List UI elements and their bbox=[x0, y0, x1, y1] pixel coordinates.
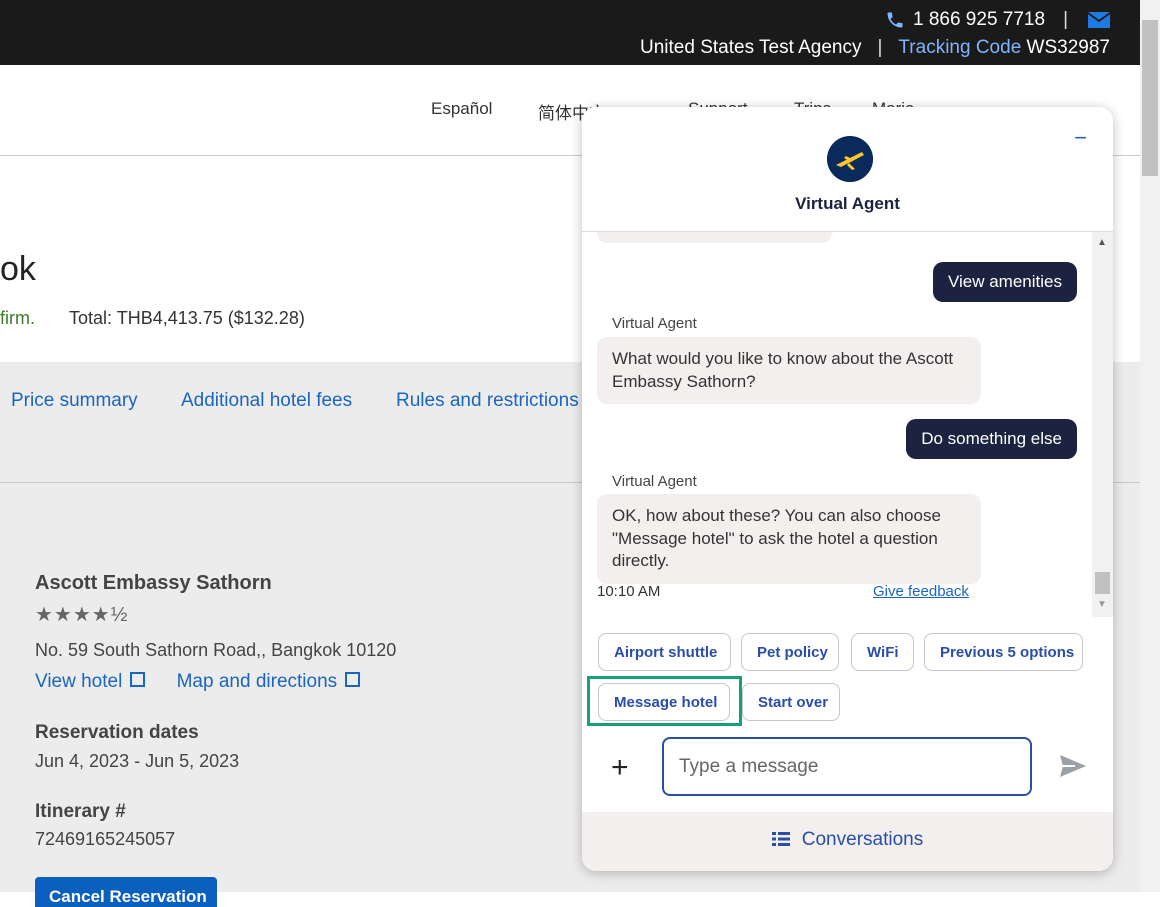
quick-reply-message-hotel[interactable]: Message hotel bbox=[598, 683, 730, 721]
agent-message: OK, how about these? You can also choose… bbox=[597, 494, 981, 584]
page-title: ok bbox=[0, 250, 36, 288]
quick-reply-pet-policy[interactable]: Pet policy bbox=[741, 633, 839, 671]
separator: | bbox=[1063, 9, 1068, 30]
reservation-dates-label: Reservation dates bbox=[35, 722, 199, 743]
separator: | bbox=[877, 37, 883, 58]
view-hotel-link[interactable]: View hotel bbox=[35, 671, 146, 692]
virtual-agent-chat: Virtual Agent − View amenities Virtual A… bbox=[582, 107, 1113, 871]
agent-message: What would you like to know about the As… bbox=[597, 337, 981, 404]
conversations-button[interactable]: Conversations bbox=[582, 829, 1113, 851]
tracking-label: Tracking Code bbox=[898, 37, 1022, 58]
scroll-down-icon[interactable]: ▼ bbox=[1097, 599, 1107, 610]
reservation-dates: Jun 4, 2023 - Jun 5, 2023 bbox=[35, 751, 240, 771]
chat-header: Virtual Agent − bbox=[582, 107, 1113, 232]
attach-plus-icon[interactable]: + bbox=[611, 751, 629, 785]
user-message: View amenities bbox=[932, 262, 1077, 302]
lang-espanol[interactable]: Español bbox=[431, 99, 492, 119]
itinerary-label: Itinerary # bbox=[35, 801, 126, 822]
quick-reply-start-over[interactable]: Start over bbox=[742, 683, 840, 721]
agent-label: Virtual Agent bbox=[612, 473, 697, 490]
minimize-button[interactable]: − bbox=[1074, 125, 1087, 151]
quick-reply-previous-options[interactable]: Previous 5 options bbox=[924, 633, 1083, 671]
plane-logo-icon bbox=[827, 136, 873, 182]
send-icon[interactable] bbox=[1059, 754, 1087, 778]
conversations-bar[interactable]: Conversations bbox=[582, 812, 1113, 871]
star-rating: ★★★★½ bbox=[35, 604, 129, 626]
agent-message bbox=[597, 232, 832, 243]
mail-icon[interactable] bbox=[1088, 12, 1110, 28]
phone-row: 1 866 925 7718 | bbox=[885, 9, 1110, 31]
message-list: View amenities Virtual Agent What would … bbox=[582, 232, 1113, 617]
agency-name: United States Test Agency bbox=[640, 37, 862, 58]
hotel-address: No. 59 South Sathorn Road,, Bangkok 1012… bbox=[35, 640, 397, 660]
tab-rules[interactable]: Rules and restrictions bbox=[396, 390, 579, 412]
give-feedback-link[interactable]: Give feedback bbox=[873, 583, 969, 600]
page-scrollbar-thumb[interactable] bbox=[1142, 20, 1158, 176]
phone-number[interactable]: 1 866 925 7718 bbox=[913, 9, 1045, 31]
phone-icon bbox=[887, 12, 903, 28]
composer: + bbox=[582, 735, 1113, 811]
quick-reply-wifi[interactable]: WiFi bbox=[851, 633, 914, 671]
itinerary-number: 72469165245057 bbox=[35, 829, 176, 849]
quick-reply-airport-shuttle[interactable]: Airport shuttle bbox=[598, 633, 731, 671]
message-input[interactable] bbox=[662, 737, 1032, 796]
cancel-reservation-button[interactable]: Cancel Reservation bbox=[35, 877, 217, 907]
chat-scrollbar[interactable] bbox=[1092, 232, 1113, 617]
agent-label: Virtual Agent bbox=[612, 315, 697, 332]
tracking-code: Tracking Code WS32987 bbox=[898, 37, 1110, 59]
map-directions-link[interactable]: Map and directions bbox=[177, 671, 361, 692]
hotel-links: View hotel Map and directions bbox=[35, 671, 386, 693]
tab-additional-fees[interactable]: Additional hotel fees bbox=[181, 390, 352, 412]
tab-price-summary[interactable]: Price summary bbox=[11, 390, 138, 412]
agency-row: United States Test Agency | Tracking Cod… bbox=[640, 37, 1110, 59]
view-hotel-label: View hotel bbox=[35, 671, 123, 692]
top-bar: 1 866 925 7718 | United States Test Agen… bbox=[0, 0, 1140, 65]
booking-total: Total: THB4,413.75 ($132.28) bbox=[69, 308, 305, 328]
conversations-label: Conversations bbox=[801, 829, 924, 850]
scroll-up-icon[interactable]: ▲ bbox=[1097, 237, 1107, 248]
chat-scrollbar-thumb[interactable] bbox=[1095, 572, 1110, 594]
chat-title: Virtual Agent bbox=[795, 194, 900, 213]
confirmation-status: firm. bbox=[0, 308, 35, 328]
hotel-name: Ascott Embassy Sathorn bbox=[35, 572, 272, 594]
external-link-icon bbox=[345, 672, 361, 687]
user-message: Do something else bbox=[906, 419, 1077, 459]
external-link-icon bbox=[130, 672, 146, 687]
message-timestamp: 10:10 AM bbox=[597, 583, 661, 600]
map-label: Map and directions bbox=[176, 671, 338, 692]
tracking-value: WS32987 bbox=[1026, 37, 1110, 58]
list-icon bbox=[771, 832, 790, 846]
